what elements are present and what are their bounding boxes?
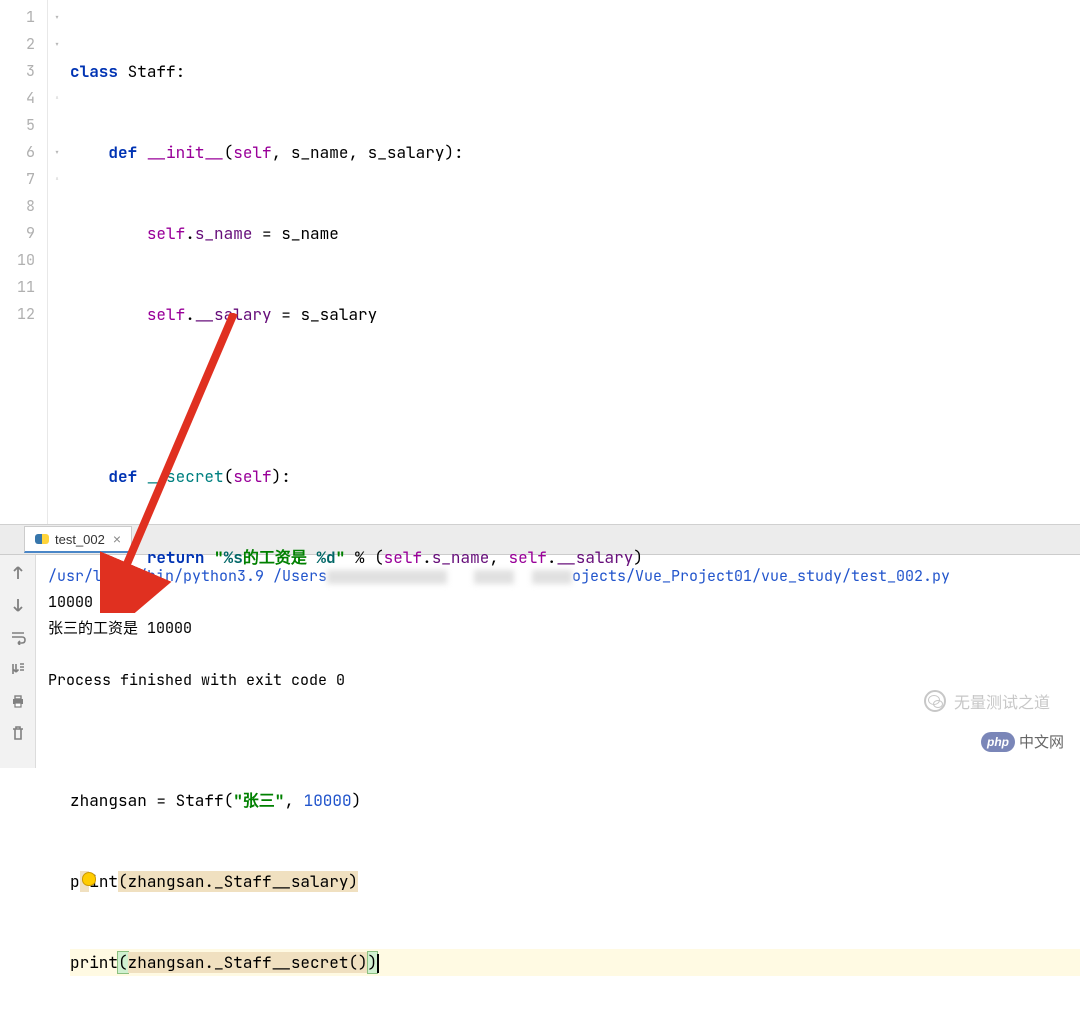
keyword-return: return [147,547,205,568]
wechat-icon [924,690,946,712]
scroll-to-end-icon[interactable] [8,659,28,679]
watermark-php: php 中文网 [981,731,1064,752]
keyword-def: def [108,142,137,163]
console-toolbar [0,555,36,768]
watermark-text: 无量测试之道 [954,689,1050,713]
watermark-wechat: 无量测试之道 [924,689,1050,713]
fold-end-icon[interactable]: ▵ [48,85,66,112]
soft-wrap-icon[interactable] [8,627,28,647]
line-number: 8 [0,193,35,220]
keyword-class: class [70,61,118,82]
line-number: 3 [0,58,35,85]
scroll-down-icon[interactable] [8,595,28,615]
redacted-path [532,570,572,584]
line-number: 6 [0,139,35,166]
delete-icon[interactable] [8,723,28,743]
redacted-path [474,570,514,584]
string-literal: "张三" [233,790,284,811]
line-number: 1 [0,4,35,31]
line-number: 11 [0,274,35,301]
print-icon[interactable] [8,691,28,711]
watermark-text: 中文网 [1019,731,1064,752]
redacted-path [327,570,447,584]
init-params: (self, s_name, s_salary): [224,142,464,163]
line-number: 7 [0,166,35,193]
fold-icon[interactable]: ▾ [48,31,66,58]
method-secret: __secret [147,466,224,487]
scroll-up-icon[interactable] [8,563,28,583]
text-cursor [377,954,379,973]
code-editor[interactable]: 1 2 3 4 5 6 7 8 9 10 11 12 ▾ ▾ ▵ ▾ ▵ cla… [0,0,1080,525]
keyword-def: def [108,466,137,487]
python-file-icon [35,532,49,546]
number-literal: 10000 [304,790,352,811]
fold-icon[interactable]: ▾ [48,4,66,31]
method-init: __init__ [147,142,224,163]
line-number: 9 [0,220,35,247]
line-number: 4 [0,85,35,112]
php-badge-icon: php [981,732,1015,752]
line-number: 5 [0,112,35,139]
fold-icon[interactable]: ▾ [48,139,66,166]
line-number: 10 [0,247,35,274]
line-number-gutter: 1 2 3 4 5 6 7 8 9 10 11 12 [0,0,48,524]
class-name: Staff [128,61,176,82]
line-number: 12 [0,301,35,328]
fold-gutter: ▾ ▾ ▵ ▾ ▵ [48,0,66,524]
line-number: 2 [0,31,35,58]
code-content[interactable]: class Staff: def __init__(self, s_name, … [66,0,1080,524]
fold-end-icon[interactable]: ▵ [48,166,66,193]
intention-bulb-icon[interactable] [82,872,96,886]
